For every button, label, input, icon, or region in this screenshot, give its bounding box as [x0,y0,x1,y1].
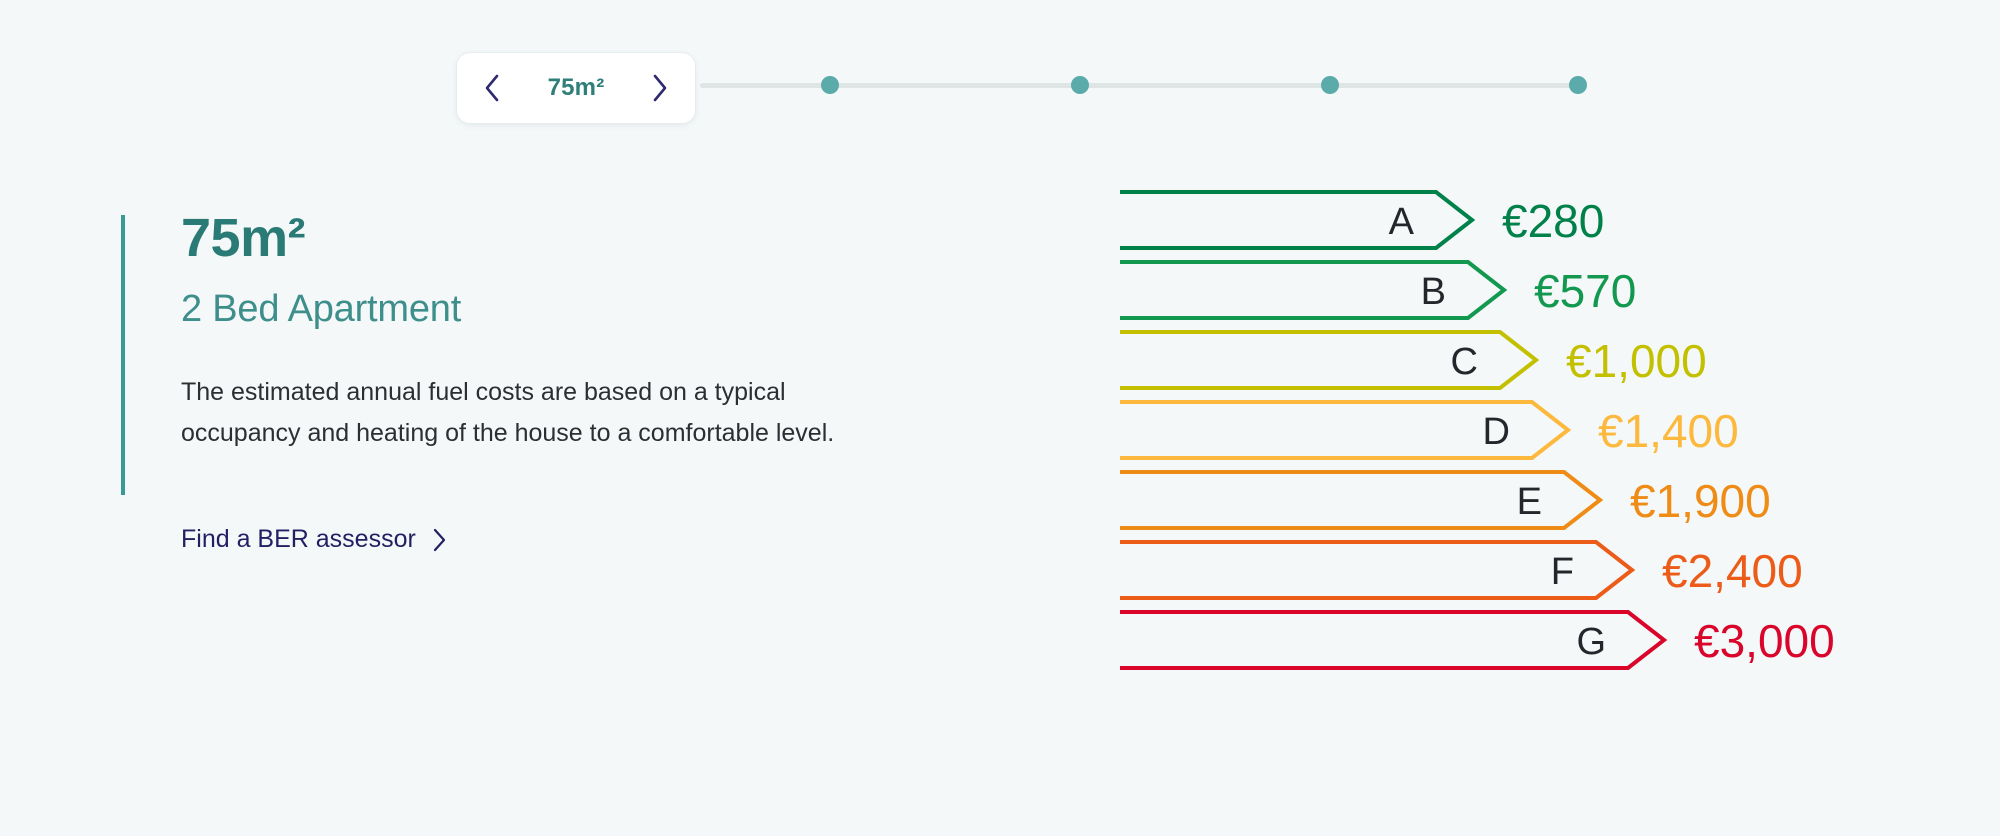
ber-band-d: D €1,400 [1120,400,1739,460]
page-subtitle: 2 Bed Apartment [181,287,462,330]
find-ber-assessor-link[interactable]: Find a BER assessor [181,525,448,554]
carousel-navigator[interactable]: 75m² [456,52,696,124]
ber-band-letter-g: G [1576,621,1606,663]
progress-track[interactable] [700,76,1587,94]
progress-dot-4[interactable] [1569,76,1587,94]
ber-band-letter-e: E [1517,481,1542,523]
ber-band-b: B €570 [1120,260,1636,320]
info-text-block: 75m² 2 Bed Apartment The estimated annua… [121,190,881,554]
accent-bar [121,215,125,495]
info-panel: 75m² 2 Bed Apartment The estimated annua… [121,190,881,554]
ber-band-price-a: €280 [1502,195,1604,247]
ber-band-g: G €3,000 [1120,610,1835,670]
progress-dot-3[interactable] [1321,76,1339,94]
ber-rating-chart: A €280 B €570 C €1,000 D €1,400 E €1,900 F €2,400 G €… [1100,170,1960,690]
ber-band-f: F €2,400 [1120,540,1803,600]
ber-band-letter-f: F [1551,551,1574,593]
ber-band-outline-b [1120,260,1508,320]
ber-band-letter-c: C [1451,341,1478,383]
ber-band-letter-d: D [1483,411,1510,453]
ber-band-price-b: €570 [1534,265,1636,317]
ber-band-letter-b: B [1421,271,1446,313]
info-description: The estimated annual fuel costs are base… [181,378,835,447]
chevron-left-icon[interactable] [479,71,505,105]
ber-chart-svg: A €280 B €570 C €1,000 D €1,400 E €1,900 F €2,400 G €… [1120,190,1835,670]
page-title: 75m² [181,208,306,268]
chevron-right-icon [432,527,448,553]
ber-band-price-d: €1,400 [1598,405,1739,457]
ber-band-c: C €1,000 [1120,330,1707,390]
ber-band-a: A €280 [1120,190,1604,250]
ber-band-letter-a: A [1389,201,1415,243]
progress-dot-2[interactable] [1071,76,1089,94]
ber-band-price-g: €3,000 [1694,615,1835,667]
ber-band-e: E €1,900 [1120,470,1771,530]
carousel-label: 75m² [547,74,605,101]
ber-band-price-f: €2,400 [1662,545,1803,597]
chevron-right-icon[interactable] [647,71,673,105]
ber-band-price-e: €1,900 [1630,475,1771,527]
carousel-stepper-bar: 75m² [0,0,2000,140]
ber-band-price-c: €1,000 [1566,335,1707,387]
ber-band-outline-a [1120,190,1476,250]
find-ber-assessor-label: Find a BER assessor [181,525,416,554]
progress-dot-1[interactable] [821,76,839,94]
